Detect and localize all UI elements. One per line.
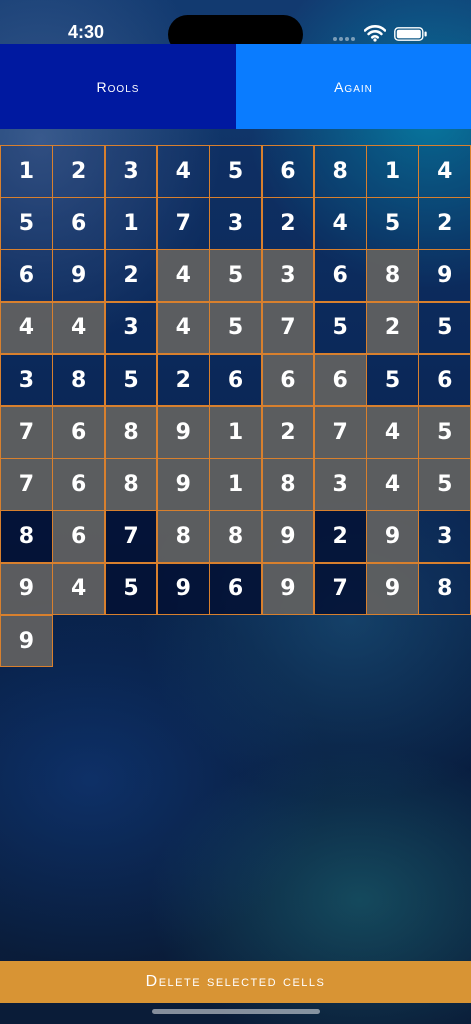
grid-cell[interactable]: 9 [261,510,315,564]
grid-cell[interactable]: 3 [209,197,262,250]
grid-cell[interactable]: 7 [156,197,210,250]
grid-cell[interactable]: 5 [313,301,367,355]
grid-cell[interactable]: 2 [313,510,367,564]
grid-cell[interactable]: 4 [156,301,210,355]
grid-cell[interactable]: 4 [366,458,419,511]
grid-cell[interactable]: 6 [313,249,367,303]
grid-cell[interactable]: 2 [104,249,158,303]
grid-cell[interactable]: 2 [156,353,210,407]
grid-cell[interactable]: 5 [209,249,262,303]
grid-cell[interactable]: 4 [0,301,53,355]
grid-cell[interactable]: 7 [313,406,367,459]
grid-cell[interactable]: 2 [261,406,315,459]
rools-button[interactable]: Rools [0,44,236,129]
grid-cell[interactable]: 9 [366,562,419,616]
grid-cell[interactable]: 4 [156,249,210,303]
grid-cell[interactable]: 5 [104,562,158,616]
grid-cell[interactable]: 6 [52,406,106,459]
grid-cell[interactable]: 4 [156,145,210,198]
grid-cell[interactable]: 3 [104,145,158,198]
grid-cell[interactable]: 6 [52,197,106,250]
grid-cell[interactable]: 4 [313,197,367,250]
grid-cell[interactable]: 6 [0,249,53,303]
grid-cell[interactable]: 3 [261,249,315,303]
grid-cell[interactable]: 4 [366,406,419,459]
status-time: 4:30 [68,22,105,42]
grid-cell[interactable]: 9 [418,249,471,303]
grid-cell[interactable]: 8 [313,145,367,198]
grid-cell[interactable]: 5 [366,197,419,250]
grid-cell[interactable]: 9 [52,249,106,303]
grid-cell[interactable]: 2 [261,197,315,250]
grid-cell[interactable]: 1 [209,406,262,459]
grid-cell[interactable]: 4 [52,301,106,355]
wifi-icon [364,25,386,42]
grid-cell[interactable]: 7 [104,510,158,564]
grid-cell[interactable]: 9 [0,614,53,668]
top-toolbar: Rools Again [0,44,471,129]
grid-cell[interactable]: 8 [418,562,471,616]
grid-cell[interactable]: 6 [261,145,315,198]
grid-cell[interactable]: 9 [156,458,210,511]
grid-cell[interactable]: 9 [366,510,419,564]
grid-cell[interactable]: 1 [104,197,158,250]
grid-cell[interactable]: 6 [418,353,471,407]
grid-cell[interactable]: 8 [366,249,419,303]
grid-cell[interactable]: 7 [261,301,315,355]
grid-cell[interactable]: 8 [0,510,53,564]
grid-cell[interactable]: 8 [209,510,262,564]
grid-cell[interactable]: 5 [209,145,262,198]
grid-cell[interactable]: 6 [209,353,262,407]
grid-cell[interactable]: 1 [209,458,262,511]
grid-cell[interactable]: 6 [52,510,106,564]
grid-cell[interactable]: 6 [52,458,106,511]
delete-selected-cells-button[interactable]: Delete selected cells [0,961,471,1003]
grid-cell[interactable]: 4 [52,562,106,616]
grid-cell[interactable]: 8 [104,406,158,459]
grid-cell[interactable]: 6 [261,353,315,407]
grid-cell[interactable]: 7 [0,406,53,459]
grid-cell[interactable]: 5 [209,301,262,355]
grid-cell[interactable]: 2 [52,145,106,198]
grid-cell[interactable]: 3 [418,510,471,564]
grid-cell[interactable]: 8 [52,353,106,407]
grid-cell[interactable]: 2 [366,301,419,355]
home-indicator [152,1009,320,1014]
grid-cell[interactable]: 3 [313,458,367,511]
grid-cell[interactable]: 8 [261,458,315,511]
grid-cell[interactable]: 9 [156,406,210,459]
grid-cell[interactable]: 5 [418,458,471,511]
grid-cell[interactable]: 3 [104,301,158,355]
grid-cell[interactable]: 3 [0,353,53,407]
signal-icon [333,37,359,43]
grid-cell[interactable]: 2 [418,197,471,250]
again-button[interactable]: Again [236,44,471,129]
grid-cell[interactable]: 4 [418,145,471,198]
grid-cell[interactable]: 1 [366,145,419,198]
grid-cell[interactable]: 7 [313,562,367,616]
grid-cell[interactable]: 9 [156,562,210,616]
grid-cell[interactable]: 9 [0,562,53,616]
status-bar: 4:30 [0,0,471,54]
grid-cell[interactable]: 5 [418,301,471,355]
battery-icon [394,27,427,41]
grid-cell[interactable]: 5 [366,353,419,407]
grid-cell[interactable]: 9 [261,562,315,616]
grid-cell[interactable]: 6 [209,562,262,616]
grid-cell[interactable]: 5 [418,406,471,459]
grid-cell[interactable]: 5 [104,353,158,407]
grid-cell[interactable]: 1 [0,145,53,198]
grid-cell[interactable]: 8 [104,458,158,511]
grid-cell[interactable]: 5 [0,197,53,250]
grid-cell[interactable]: 7 [0,458,53,511]
grid-cell[interactable]: 6 [313,353,367,407]
grid-cell[interactable]: 8 [156,510,210,564]
